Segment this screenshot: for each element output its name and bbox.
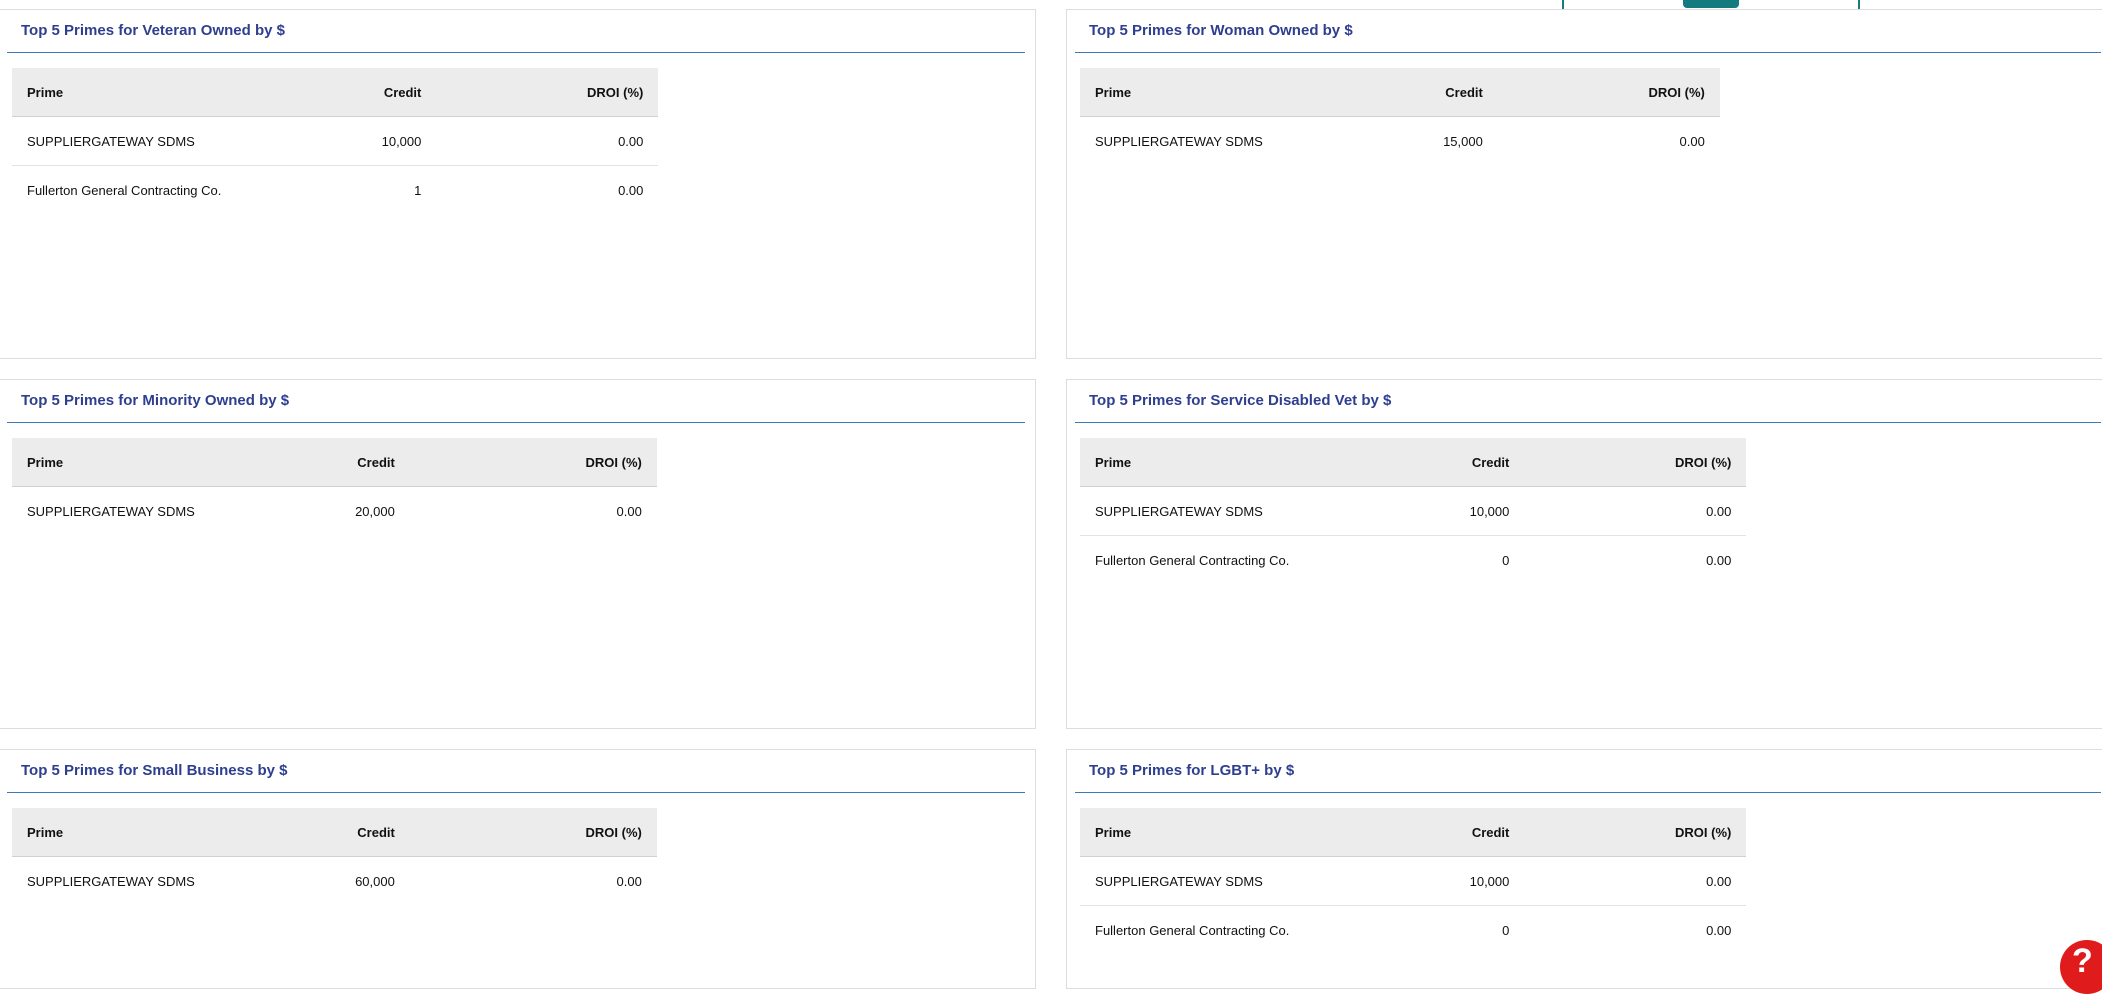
panel-title: Top 5 Primes for Veteran Owned by $ <box>21 22 285 39</box>
table-header-row: Prime Credit DROI (%) <box>1080 438 1747 487</box>
cell-droi: 0.00 <box>618 182 644 198</box>
panel-service-disabled-vet: Top 5 Primes for Service Disabled Vet by… <box>1066 379 2102 729</box>
column-header-droi[interactable]: DROI (%) <box>1497 68 1720 117</box>
cell-droi: 0.00 <box>616 873 642 889</box>
cell-prime: Fullerton General Contracting Co. <box>1095 922 1290 938</box>
column-header-prime[interactable]: Prime <box>12 808 210 857</box>
title-divider <box>7 422 1025 423</box>
cell-prime: SUPPLIERGATEWAY SDMS <box>1080 856 1305 906</box>
panel-small-business: Top 5 Primes for Small Business by $ Pri… <box>0 749 1036 989</box>
table-row[interactable]: SUPPLIERGATEWAY SDMS 10,000 0.00 <box>1080 856 1747 906</box>
cell-prime: SUPPLIERGATEWAY SDMS <box>1080 486 1305 536</box>
cell-prime: Fullerton General Contracting Co. <box>27 182 222 198</box>
column-header-droi[interactable]: DROI (%) <box>1524 438 1747 487</box>
cell-credit: 0 <box>1502 922 1510 938</box>
column-header-credit[interactable]: Credit <box>209 808 410 857</box>
cell-credit: 10,000 <box>1304 486 1525 536</box>
table-row[interactable]: Fullerton General Contracting Co. 1 0.00 <box>12 166 658 215</box>
primes-table: Prime Credit DROI (%) SUPPLIERGATEWAY SD… <box>12 438 657 535</box>
title-divider <box>7 792 1025 793</box>
column-header-credit[interactable]: Credit <box>236 68 437 117</box>
column-header-droi[interactable]: DROI (%) <box>1524 808 1747 857</box>
table-header-row: Prime Credit DROI (%) <box>1080 808 1747 857</box>
table-row[interactable]: Fullerton General Contracting Co. 0 0.00 <box>1080 536 1746 585</box>
cell-droi: 0.00 <box>616 503 642 519</box>
panel-title: Top 5 Primes for LGBT+ by $ <box>1089 762 1295 779</box>
column-header-prime[interactable]: Prime <box>1080 438 1305 487</box>
cell-credit: 20,000 <box>355 503 395 519</box>
table-row[interactable]: SUPPLIERGATEWAY SDMS 10,000 0.00 <box>12 116 659 166</box>
cell-droi: 0.00 <box>1524 856 1747 906</box>
column-header-droi[interactable]: DROI (%) <box>409 808 657 857</box>
table-row[interactable]: Fullerton General Contracting Co. 0 0.00 <box>1080 906 1746 955</box>
panel-title: Top 5 Primes for Minority Owned by $ <box>21 392 290 409</box>
table-row[interactable]: SUPPLIERGATEWAY SDMS 15,000 0.00 <box>1080 117 1720 166</box>
cell-droi: 0.00 <box>1706 552 1732 568</box>
cell-credit: 10,000 <box>236 116 437 166</box>
title-divider <box>1075 792 2101 793</box>
cell-droi: 0.00 <box>436 116 659 166</box>
table-row[interactable]: SUPPLIERGATEWAY SDMS 60,000 0.00 <box>12 857 657 906</box>
cell-prime: SUPPLIERGATEWAY SDMS <box>27 503 195 519</box>
cell-credit: 60,000 <box>355 873 395 889</box>
help-icon: ? <box>2072 942 2093 980</box>
panel-minority-owned: Top 5 Primes for Minority Owned by $ Pri… <box>0 379 1036 729</box>
title-divider <box>7 52 1025 53</box>
column-header-prime[interactable]: Prime <box>12 438 210 487</box>
cell-credit: 10,000 <box>1304 856 1525 906</box>
cell-prime: Fullerton General Contracting Co. <box>1095 552 1290 568</box>
primes-table: Prime Credit DROI (%) SUPPLIERGATEWAY SD… <box>1080 808 1747 955</box>
title-divider <box>1075 52 2101 53</box>
cell-droi: 0.00 <box>1679 133 1705 149</box>
cell-prime: SUPPLIERGATEWAY SDMS <box>27 873 195 889</box>
column-header-credit[interactable]: Credit <box>209 438 410 487</box>
title-divider <box>1075 422 2101 423</box>
primes-table: Prime Credit DROI (%) SUPPLIERGATEWAY SD… <box>12 68 659 215</box>
table-row[interactable]: SUPPLIERGATEWAY SDMS 20,000 0.00 <box>12 487 657 536</box>
panel-veteran-owned: Top 5 Primes for Veteran Owned by $ Prim… <box>0 9 1036 359</box>
cell-credit: 1 <box>414 182 422 198</box>
column-header-prime[interactable]: Prime <box>1080 68 1278 117</box>
panel-title: Top 5 Primes for Small Business by $ <box>21 762 288 779</box>
column-header-credit[interactable]: Credit <box>1304 808 1525 857</box>
primes-table: Prime Credit DROI (%) SUPPLIERGATEWAY SD… <box>1080 438 1747 585</box>
popup-action-button[interactable] <box>1683 0 1739 8</box>
panel-woman-owned: Top 5 Primes for Woman Owned by $ Prime … <box>1066 9 2102 359</box>
column-header-credit[interactable]: Credit <box>1277 68 1498 117</box>
primes-table: Prime Credit DROI (%) SUPPLIERGATEWAY SD… <box>1080 68 1720 165</box>
panel-title: Top 5 Primes for Woman Owned by $ <box>1089 22 1353 39</box>
column-header-droi[interactable]: DROI (%) <box>436 68 659 117</box>
table-header-row: Prime Credit DROI (%) <box>12 438 657 487</box>
cell-droi: 0.00 <box>1706 922 1732 938</box>
cell-droi: 0.00 <box>1524 486 1747 536</box>
table-header-row: Prime Credit DROI (%) <box>1080 68 1720 117</box>
cell-credit: 15,000 <box>1443 133 1483 149</box>
primes-table: Prime Credit DROI (%) SUPPLIERGATEWAY SD… <box>12 808 657 905</box>
column-header-credit[interactable]: Credit <box>1304 438 1525 487</box>
column-header-prime[interactable]: Prime <box>12 68 237 117</box>
cell-credit: 0 <box>1502 552 1510 568</box>
panel-title: Top 5 Primes for Service Disabled Vet by… <box>1089 392 1392 409</box>
column-header-droi[interactable]: DROI (%) <box>409 438 657 487</box>
table-header-row: Prime Credit DROI (%) <box>12 808 657 857</box>
cell-prime: SUPPLIERGATEWAY SDMS <box>12 116 237 166</box>
column-header-prime[interactable]: Prime <box>1080 808 1305 857</box>
cell-prime: SUPPLIERGATEWAY SDMS <box>1095 133 1263 149</box>
table-row[interactable]: SUPPLIERGATEWAY SDMS 10,000 0.00 <box>1080 486 1747 536</box>
panel-lgbt: Top 5 Primes for LGBT+ by $ Prime Credit… <box>1066 749 2102 989</box>
table-header-row: Prime Credit DROI (%) <box>12 68 659 117</box>
